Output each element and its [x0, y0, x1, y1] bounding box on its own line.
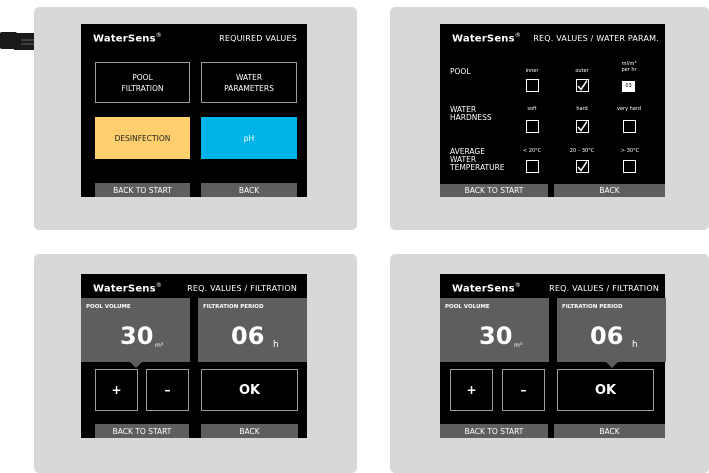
temp-mid-checkbox[interactable] — [576, 160, 589, 173]
check-icon — [577, 121, 588, 132]
pool-volume-unit: m³ — [514, 342, 523, 349]
plus-button[interactable]: + — [450, 369, 493, 411]
temp-option-mid: 20 – 30°C — [569, 148, 595, 154]
panel-filtration: WaterSens® REQ. VALUES / FILTRATION POOL… — [34, 254, 357, 473]
brand-logo: WaterSens® — [452, 32, 521, 45]
pool-option-inner: inner — [525, 68, 539, 74]
hardness-very-hard-checkbox[interactable] — [623, 120, 636, 133]
filtration-period-unit: h — [632, 340, 638, 350]
back-to-start-button[interactable]: BACK TO START — [440, 424, 548, 438]
brand-logo: WaterSens® — [93, 282, 162, 295]
ph-button[interactable]: pH — [201, 117, 297, 159]
screen-filtration-period: WaterSens® REQ. VALUES / FILTRATION POOL… — [440, 274, 666, 438]
brand-logo: WaterSens® — [452, 282, 521, 295]
water-hardness-label: WATER HARDNESS — [450, 105, 492, 122]
pool-label: POOL — [450, 67, 471, 76]
filtration-period-unit: h — [273, 340, 279, 350]
panel-required-values: WaterSens® REQUIRED VALUES POOL FILTRATI… — [34, 7, 357, 230]
desinfection-button[interactable]: DESINFECTION — [95, 117, 190, 159]
screen-title: REQ. VALUES / WATER PARAM. — [533, 34, 659, 43]
temp-low-checkbox[interactable] — [526, 160, 539, 173]
screen-water-parameters: WaterSens® REQ. VALUES / WATER PARAM. PO… — [440, 24, 665, 197]
back-button[interactable]: BACK — [554, 184, 665, 197]
filtration-period-label: FILTRATION PERIOD — [203, 304, 264, 310]
temperature-label: AVERAGE WATER TEMPERATURE — [450, 147, 505, 172]
back-to-start-button[interactable]: BACK TO START — [440, 184, 548, 197]
screen-title: REQ. VALUES / FILTRATION — [187, 284, 297, 293]
pool-inner-checkbox[interactable] — [526, 79, 539, 92]
back-to-start-button[interactable]: BACK TO START — [95, 183, 190, 197]
screen-title: REQ. VALUES / FILTRATION — [549, 284, 659, 293]
check-icon — [577, 80, 588, 91]
hardness-option-hard: hard — [576, 106, 588, 112]
back-to-start-button[interactable]: BACK TO START — [95, 424, 189, 438]
pool-dosing-value[interactable]: 03 — [622, 81, 635, 92]
screen-title: REQUIRED VALUES — [219, 34, 297, 43]
selection-arrow — [130, 362, 142, 368]
brand-logo: WaterSens® — [93, 32, 162, 45]
screen-required-values: WaterSens® REQUIRED VALUES POOL FILTRATI… — [81, 24, 307, 197]
hardness-option-soft: soft — [527, 106, 537, 112]
minus-button[interactable]: – — [146, 369, 189, 411]
check-icon — [577, 161, 588, 172]
hardness-hard-checkbox[interactable] — [576, 120, 589, 133]
pool-volume-box: POOL VOLUME 30 m³ — [440, 298, 549, 362]
plus-button[interactable]: + — [95, 369, 138, 411]
back-button[interactable]: BACK — [554, 424, 665, 438]
hardness-soft-checkbox[interactable] — [526, 120, 539, 133]
panel-filtration-period: WaterSens® REQ. VALUES / FILTRATION POOL… — [390, 254, 709, 473]
pool-volume-label: POOL VOLUME — [86, 304, 131, 310]
pool-volume-label: POOL VOLUME — [445, 304, 490, 310]
panel-water-parameters: WaterSens® REQ. VALUES / WATER PARAM. PO… — [390, 7, 709, 230]
pool-volume-unit: m³ — [155, 342, 164, 349]
ok-button[interactable]: OK — [201, 369, 298, 411]
back-button[interactable]: BACK — [201, 183, 297, 197]
pool-outer-checkbox[interactable] — [576, 79, 589, 92]
pool-option-outer: outer — [575, 68, 589, 74]
screen-filtration: WaterSens® REQ. VALUES / FILTRATION POOL… — [81, 274, 307, 438]
filtration-period-box: FILTRATION PERIOD 06 h — [198, 298, 307, 362]
water-parameters-button[interactable]: WATER PARAMETERS — [201, 62, 297, 103]
back-button[interactable]: BACK — [201, 424, 298, 438]
pool-volume-box: POOL VOLUME 30 m³ — [81, 298, 190, 368]
selection-arrow — [606, 362, 618, 368]
temp-option-low: < 20°C — [522, 148, 542, 154]
ok-button[interactable]: OK — [557, 369, 654, 411]
pool-filtration-button[interactable]: POOL FILTRATION — [95, 62, 190, 103]
hardness-option-very-hard: very hard — [616, 106, 641, 112]
temp-high-checkbox[interactable] — [623, 160, 636, 173]
filtration-period-value: 06 — [590, 322, 624, 350]
filtration-period-box: FILTRATION PERIOD 06 h — [557, 298, 666, 368]
temp-option-high: > 30°C — [620, 148, 640, 154]
filtration-period-label: FILTRATION PERIOD — [562, 304, 623, 310]
pool-option-dosing: ml/m³ per hr — [621, 61, 637, 73]
pool-volume-value: 30 — [479, 322, 513, 350]
filtration-period-value: 06 — [231, 322, 265, 350]
pool-volume-value: 30 — [120, 322, 154, 350]
minus-button[interactable]: – — [502, 369, 545, 411]
